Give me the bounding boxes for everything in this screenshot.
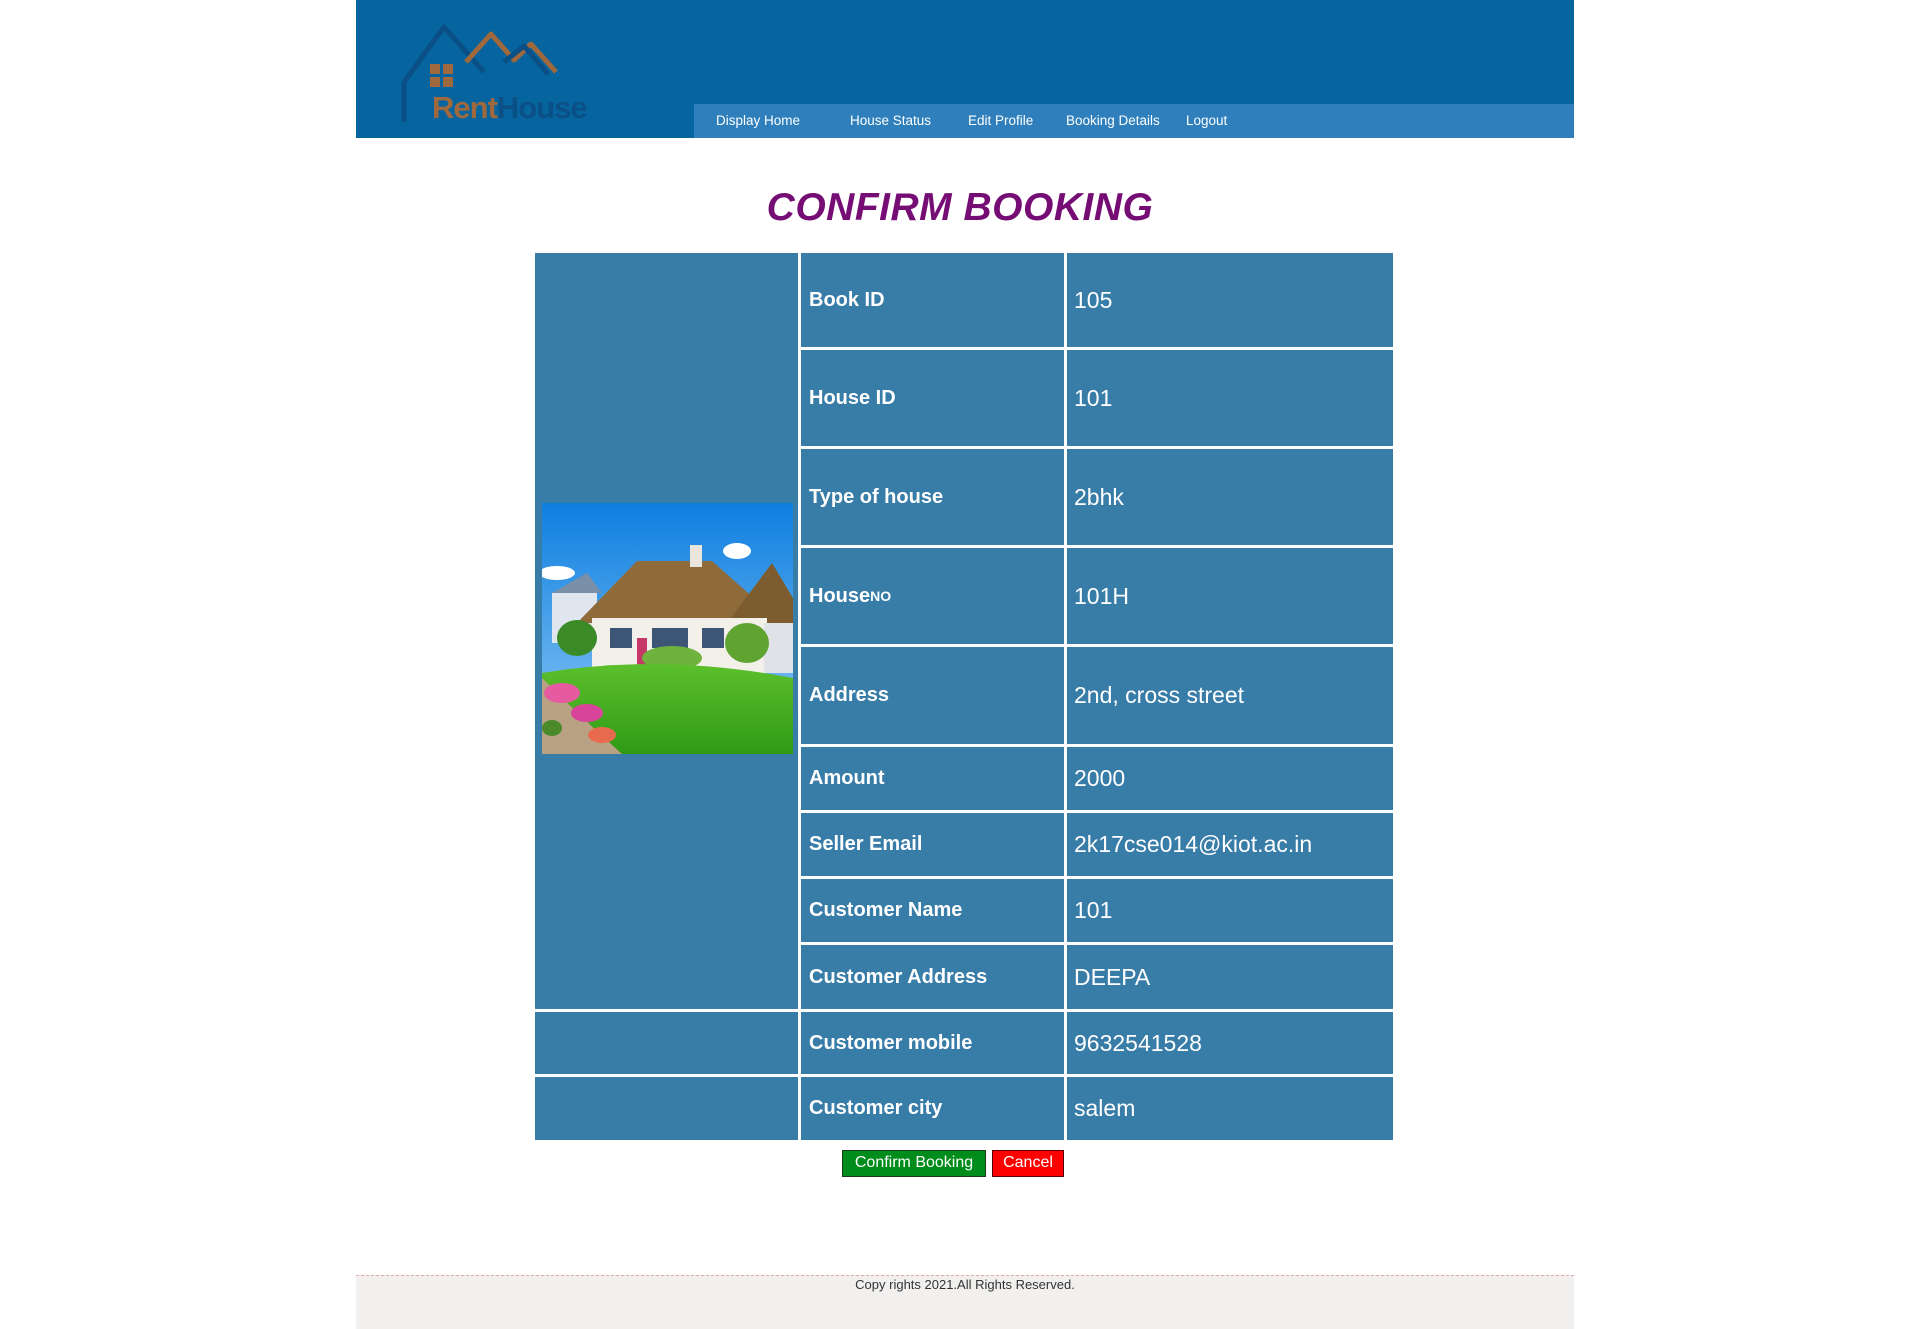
label-customer-name: Customer Name	[801, 879, 1064, 942]
label-amount: Amount	[801, 747, 1064, 810]
value-book-id: 105	[1067, 253, 1393, 347]
renthouse-logo[interactable]: RentHouse	[396, 22, 588, 130]
nav-logout[interactable]: Logout	[1186, 104, 1227, 138]
value-customer-city: salem	[1067, 1077, 1393, 1140]
main-nav: Display Home House Status Edit Profile B…	[694, 104, 1574, 138]
house-photo-image	[542, 503, 793, 754]
value-customer-mobile: 9632541528	[1067, 1012, 1393, 1074]
logo-text-house: House	[496, 90, 588, 125]
label-customer-city: Customer city	[801, 1077, 1064, 1140]
page-title: CONFIRM BOOKING	[766, 186, 1154, 229]
nav-display-home[interactable]: Display Home	[716, 104, 800, 138]
label-book-id: Book ID	[801, 253, 1064, 347]
copyright-text: Copy rights 2021.All Rights Reserved.	[855, 1277, 1075, 1292]
label-house-id: House ID	[801, 350, 1064, 446]
empty-cell	[535, 1077, 798, 1140]
value-address: 2nd, cross street	[1067, 647, 1393, 744]
value-house-no: 101H	[1067, 548, 1393, 644]
booking-table: Book ID 105 House ID 101 Type of house 2…	[535, 253, 1393, 1140]
label-house-no: House NO	[801, 548, 1064, 644]
site-header: RentHouse Display Home House Status Edit…	[356, 0, 1574, 138]
value-customer-name: 101	[1067, 879, 1393, 942]
label-house-no-suffix: NO	[870, 588, 892, 604]
empty-cell	[535, 1012, 798, 1074]
cancel-button[interactable]: Cancel	[992, 1150, 1064, 1177]
value-customer-address: DEEPA	[1067, 945, 1393, 1009]
label-customer-address: Customer Address	[801, 945, 1064, 1009]
confirm-booking-button[interactable]: Confirm Booking	[842, 1150, 986, 1177]
logo-text-rent: Rent	[432, 90, 498, 125]
value-seller-email: 2k17cse014@kiot.ac.in	[1067, 813, 1393, 876]
nav-booking-details[interactable]: Booking Details	[1066, 104, 1160, 138]
label-address: Address	[801, 647, 1064, 744]
label-type-of-house: Type of house	[801, 449, 1064, 545]
nav-house-status[interactable]: House Status	[850, 104, 931, 138]
label-house-no-text: House	[809, 584, 871, 607]
value-type-of-house: 2bhk	[1067, 449, 1393, 545]
value-amount: 2000	[1067, 747, 1393, 810]
label-customer-mobile: Customer mobile	[801, 1012, 1064, 1074]
house-image-cell	[535, 253, 798, 1009]
house-photo	[542, 503, 793, 754]
site-footer: Copy rights 2021.All Rights Reserved.	[356, 1275, 1574, 1329]
label-seller-email: Seller Email	[801, 813, 1064, 876]
logo-text: RentHouse	[432, 90, 588, 125]
nav-edit-profile[interactable]: Edit Profile	[968, 104, 1033, 138]
value-house-id: 101	[1067, 350, 1393, 446]
